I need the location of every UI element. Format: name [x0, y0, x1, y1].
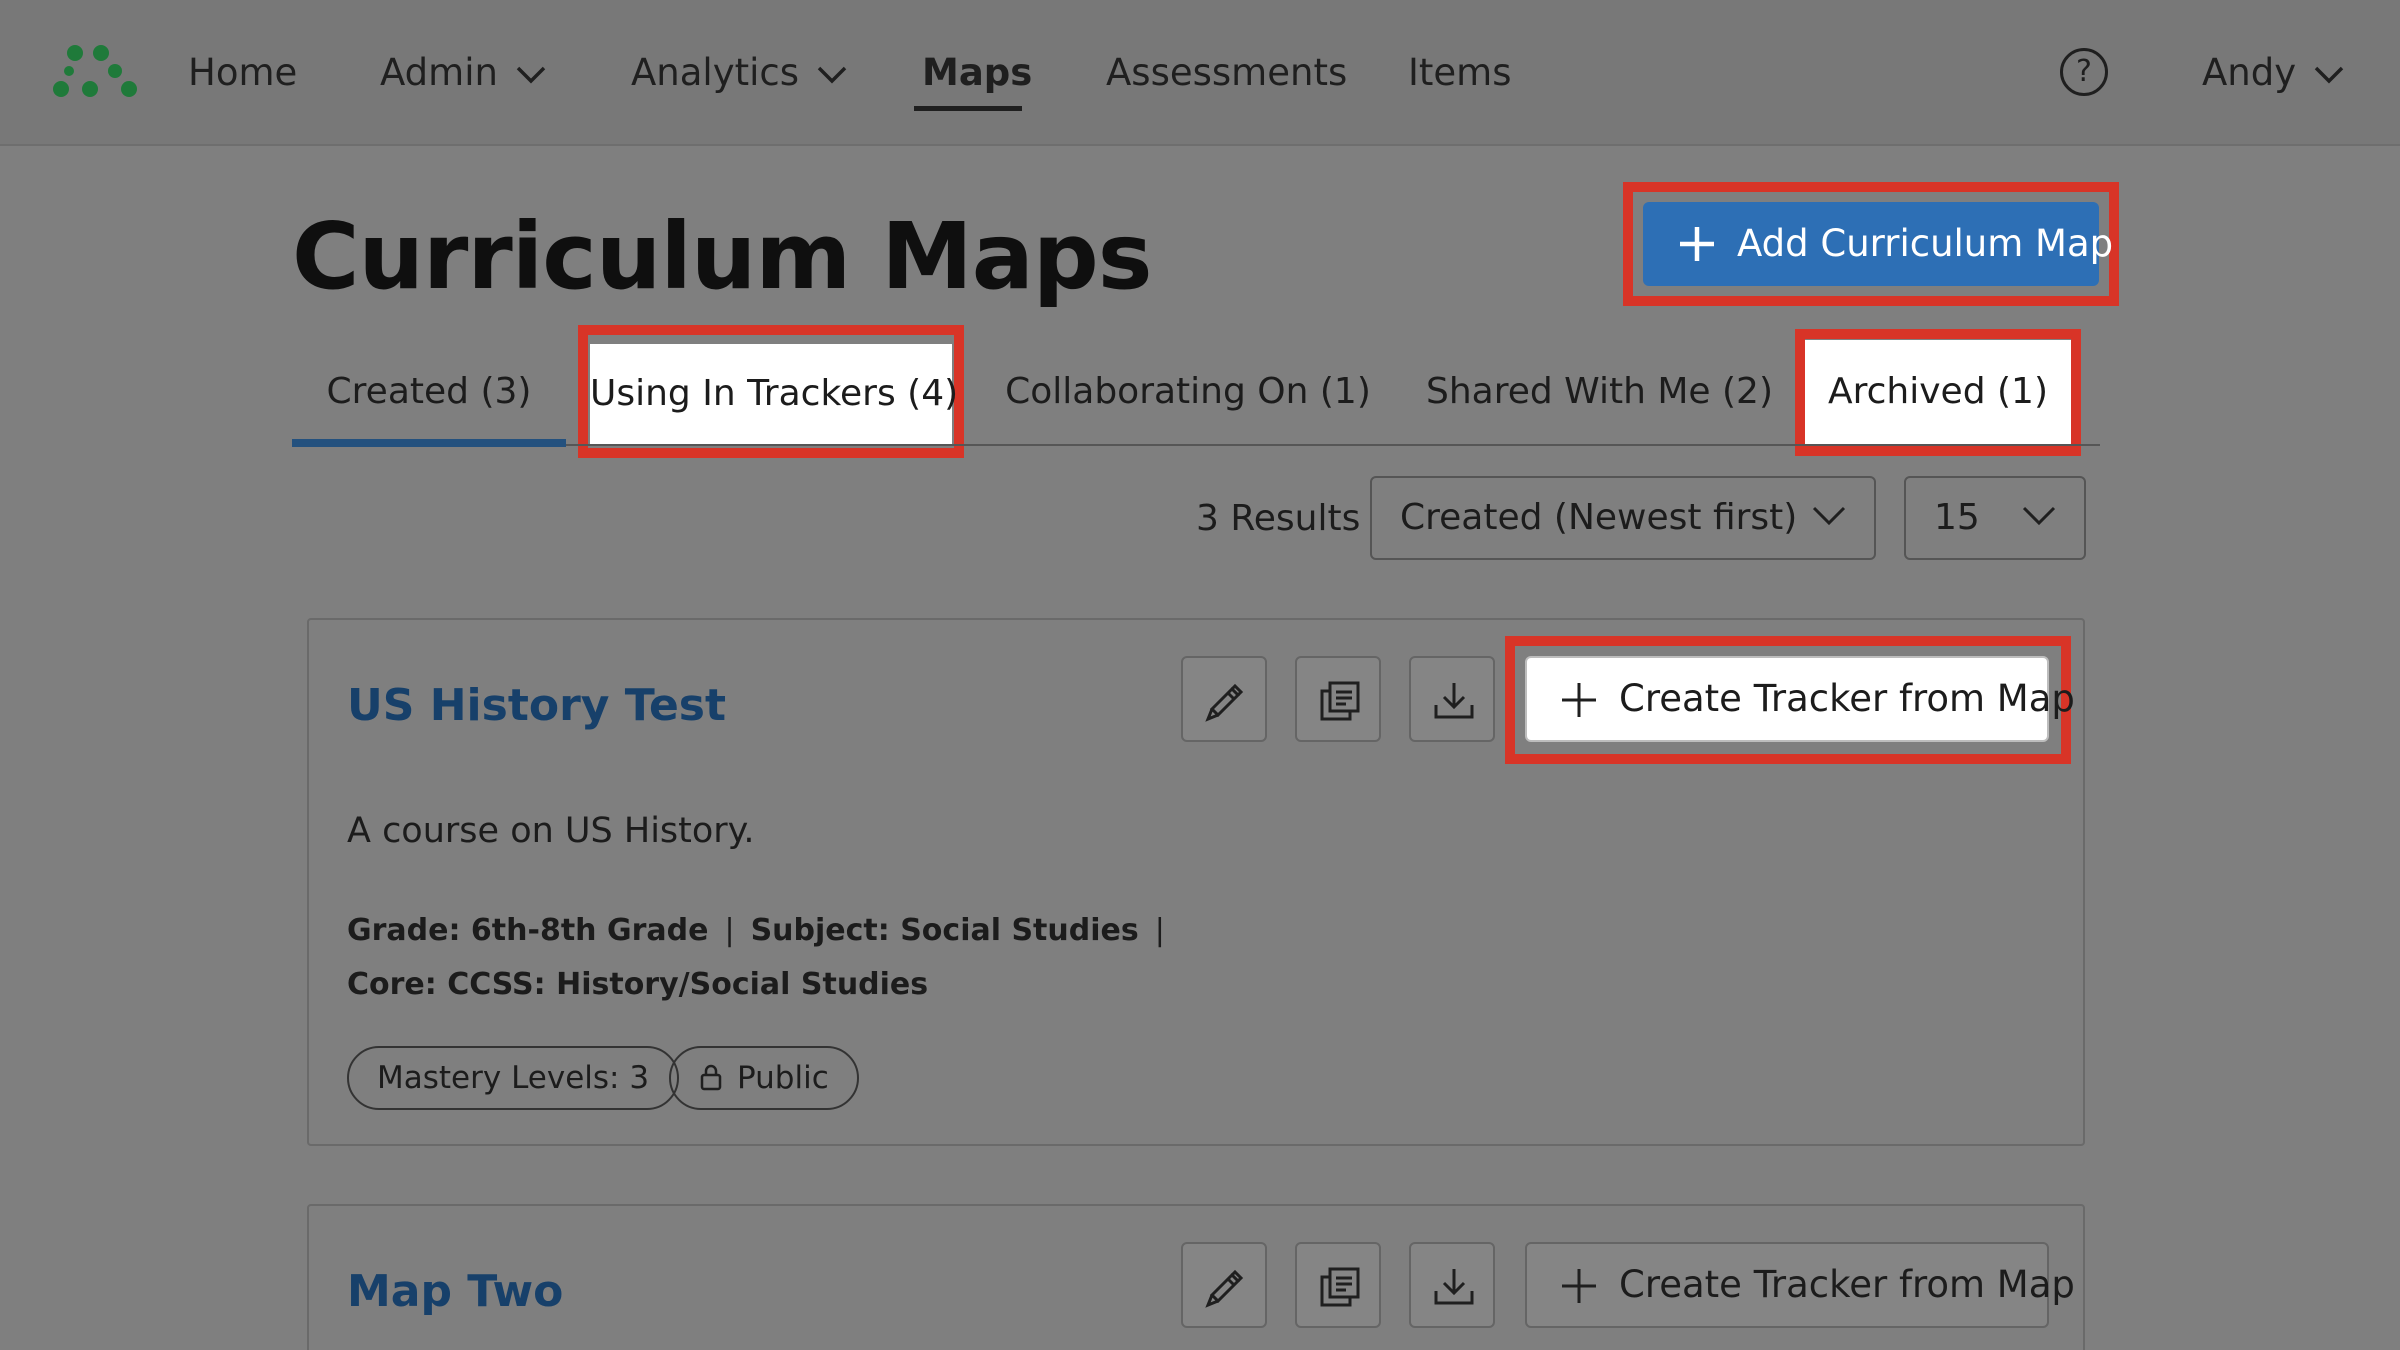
tab-using-in-trackers[interactable]: Using In Trackers (4): [590, 344, 958, 444]
plus-icon: [1680, 227, 1714, 261]
visibility-badge: Public: [669, 1046, 859, 1110]
create-tracker-label: Create Tracker from Map: [1619, 1263, 2075, 1306]
per-page-select-value: 15: [1934, 497, 1980, 538]
create-tracker-button[interactable]: Create Tracker from Map: [1525, 1242, 2075, 1328]
copy-button[interactable]: [1295, 1242, 1381, 1328]
tab-archived[interactable]: Archived (1): [1805, 340, 2071, 444]
add-curriculum-map-label: Add Curriculum Map: [1737, 222, 2114, 265]
map-subject: Subject: Social Studies: [750, 913, 1139, 948]
user-menu[interactable]: Andy: [2202, 48, 2344, 98]
mastery-levels-badge: Mastery Levels: 3: [347, 1046, 680, 1110]
create-tracker-button[interactable]: Create Tracker from Map: [1525, 656, 2075, 742]
help-icon[interactable]: ?: [2060, 48, 2108, 96]
map-description: A course on US History.: [347, 811, 755, 851]
tab-collaborating-on[interactable]: Collaborating On (1): [1002, 362, 1374, 422]
nav-active-indicator: [914, 106, 1022, 111]
map-card-title[interactable]: Map Two: [347, 1262, 563, 1322]
chevron-down-icon: [817, 66, 847, 83]
nav-admin[interactable]: Admin: [380, 48, 546, 98]
chevron-down-icon: [2314, 66, 2344, 83]
user-name: Andy: [2202, 51, 2297, 94]
logo-icon[interactable]: [52, 44, 138, 100]
download-icon: [1434, 683, 1474, 719]
sort-select[interactable]: Created (Newest first): [1370, 476, 1876, 560]
add-curriculum-map-button[interactable]: Add Curriculum Map: [1643, 202, 2113, 286]
per-page-select[interactable]: 15: [1904, 476, 2086, 560]
map-grade: Grade: 6th-8th Grade: [347, 913, 709, 948]
copy-button[interactable]: [1295, 656, 1381, 742]
map-meta-line-1: Grade: 6th-8th Grade | Subject: Social Stu…: [347, 913, 1165, 948]
chevron-down-icon: [2022, 506, 2056, 526]
map-card: Map Two Create Tracker from Map: [307, 1204, 2085, 1350]
nav-analytics[interactable]: Analytics: [631, 48, 847, 98]
copy-icon: [1320, 681, 1360, 721]
nav-items[interactable]: Items: [1408, 48, 1512, 98]
map-core: Core: CCSS: History/Social Studies: [347, 967, 929, 1002]
nav-admin-label: Admin: [380, 51, 498, 94]
tab-shared-with-me[interactable]: Shared With Me (2): [1426, 362, 1773, 422]
visibility-label: Public: [737, 1060, 829, 1096]
sort-select-value: Created (Newest first): [1400, 497, 1798, 538]
pencil-icon: [1205, 683, 1244, 722]
page-title: Curriculum Maps: [292, 203, 1152, 310]
results-count: 3 Results: [1196, 498, 1361, 539]
plus-icon: [1562, 1269, 1596, 1303]
nav-analytics-label: Analytics: [631, 51, 800, 94]
download-button[interactable]: [1409, 1242, 1495, 1328]
plus-icon: [1562, 683, 1596, 717]
nav-maps[interactable]: Maps: [922, 48, 1032, 98]
lock-icon: [700, 1064, 722, 1090]
map-card-title[interactable]: US History Test: [347, 676, 726, 736]
nav-assessments[interactable]: Assessments: [1106, 48, 1347, 98]
tab-active-indicator: [292, 439, 566, 447]
download-icon: [1434, 1269, 1474, 1305]
edit-button[interactable]: [1181, 1242, 1267, 1328]
chevron-down-icon: [1812, 506, 1846, 526]
chevron-down-icon: [516, 66, 546, 83]
pencil-icon: [1205, 1269, 1244, 1308]
create-tracker-label: Create Tracker from Map: [1619, 677, 2075, 720]
map-card: US History Test Create Tracker from Map …: [307, 618, 2085, 1146]
edit-button[interactable]: [1181, 656, 1267, 742]
copy-icon: [1320, 1267, 1360, 1307]
top-navigation: Home Admin Analytics Maps Assessments It…: [0, 0, 2400, 146]
download-button[interactable]: [1409, 656, 1495, 742]
nav-home[interactable]: Home: [188, 48, 297, 98]
tab-created[interactable]: Created (3): [292, 362, 566, 422]
